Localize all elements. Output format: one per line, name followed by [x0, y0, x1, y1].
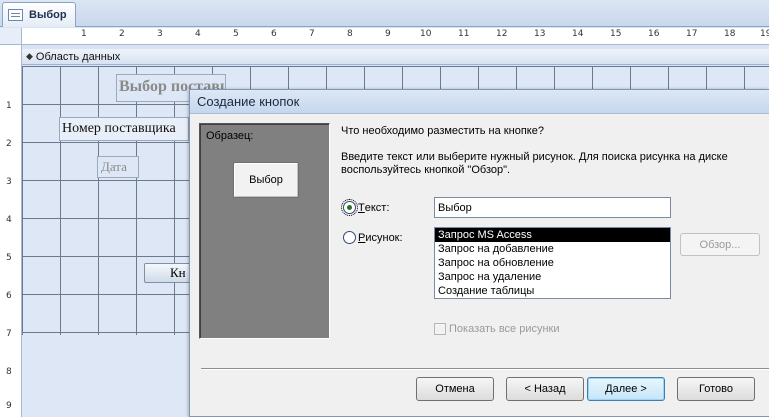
ruler-mark: 5: [6, 253, 12, 263]
document-tab-strip: Выбор: [0, 0, 769, 27]
ruler-mark: 3: [157, 29, 163, 39]
picture-option-label: исунок:: [365, 231, 403, 244]
ruler-mark: 8: [347, 29, 353, 39]
picture-radio[interactable]: [343, 231, 356, 244]
show-all-pictures-label: Показать все рисунки: [449, 323, 560, 335]
ruler-mark: 10: [420, 29, 432, 39]
document-tab-title: Выбор: [29, 9, 67, 21]
date-label[interactable]: Дата: [97, 156, 139, 178]
picture-option[interactable]: Рисунок:: [343, 231, 403, 244]
preview-panel: Образец: Выбор: [199, 123, 330, 339]
ruler-mark: 16: [648, 29, 660, 39]
collapse-arrow-icon: ◆: [26, 51, 33, 61]
text-radio[interactable]: [341, 199, 358, 216]
text-option-hotkey: Т: [358, 201, 365, 214]
design-grid-edge: [22, 335, 192, 417]
ruler-mark: 15: [610, 29, 622, 39]
cancel-button[interactable]: Отмена: [416, 377, 494, 401]
list-item[interactable]: Запрос MS Access: [435, 228, 670, 242]
ruler-mark: 1: [6, 101, 12, 111]
text-option-label: екст:: [364, 201, 390, 214]
ruler-mark: 7: [309, 29, 315, 39]
back-button[interactable]: < Назад: [506, 377, 584, 401]
wizard-instructions: Введите текст или выберите нужный рисуно…: [341, 151, 728, 176]
preview-button: Выбор: [233, 162, 299, 198]
picture-option-hotkey: Р: [358, 231, 366, 244]
ruler-mark: 6: [271, 29, 277, 39]
ruler-mark: 12: [496, 29, 508, 39]
ruler-mark: 9: [385, 29, 391, 39]
text-option[interactable]: Текст:: [341, 199, 390, 216]
horizontal-ruler[interactable]: 1 2 3 4 5 6 7 8 9 10 11 12 13 14 15 16 1…: [22, 28, 769, 45]
command-button-wizard-dialog: Создание кнопок Образец: Выбор Что необх…: [189, 89, 769, 417]
ruler-mark: 2: [119, 29, 125, 39]
ruler-mark: 6: [6, 291, 12, 301]
ruler-mark: 11: [458, 29, 470, 39]
ruler-mark: 8: [6, 367, 12, 377]
ruler-mark: 14: [572, 29, 584, 39]
supplier-number-label[interactable]: Номер поставщика: [59, 117, 189, 141]
ruler-mark: 3: [6, 177, 12, 187]
section-label: Область данных: [35, 50, 121, 63]
show-all-pictures-option[interactable]: Показать все рисунки: [434, 323, 560, 335]
ruler-mark: 9: [6, 401, 12, 411]
detail-section-header[interactable]: ◆ Область данных: [22, 49, 769, 65]
show-all-pictures-checkbox[interactable]: [434, 323, 446, 335]
ruler-mark: 5: [233, 29, 239, 39]
ruler-mark: 1: [81, 29, 87, 39]
preview-label: Образец:: [206, 130, 254, 142]
ruler-mark: 4: [195, 29, 201, 39]
document-tab[interactable]: Выбор: [2, 2, 76, 27]
list-item[interactable]: Запрос на удаление: [435, 270, 670, 284]
wizard-question: Что необходимо разместить на кнопке?: [341, 125, 544, 137]
ruler-corner[interactable]: [0, 28, 22, 45]
dialog-titlebar[interactable]: Создание кнопок: [190, 90, 769, 114]
finish-button[interactable]: Готово: [677, 377, 755, 401]
ruler-mark: 18: [724, 29, 736, 39]
ruler-mark: 2: [6, 139, 12, 149]
list-item[interactable]: Запрос на обновление: [435, 256, 670, 270]
ruler-mark: 13: [534, 29, 546, 39]
button-text-input[interactable]: [434, 197, 671, 218]
ruler-mark: 7: [6, 329, 12, 339]
browse-button[interactable]: Обзор...: [680, 233, 760, 256]
next-button[interactable]: Далее >: [587, 377, 665, 401]
dialog-title: Создание кнопок: [197, 94, 300, 109]
list-item[interactable]: Запрос на добавление: [435, 242, 670, 256]
vertical-ruler[interactable]: 1 2 3 4 5 6 7 8 9: [0, 45, 22, 417]
ruler-mark: 19: [760, 29, 769, 39]
dialog-separator: [201, 368, 769, 370]
ruler-mark: 17: [686, 29, 698, 39]
form-icon: [8, 9, 23, 21]
list-item[interactable]: Создание таблицы: [435, 284, 670, 298]
picture-listbox[interactable]: Запрос MS Access Запрос на добавление За…: [434, 227, 671, 299]
ruler-mark: 4: [6, 215, 12, 225]
